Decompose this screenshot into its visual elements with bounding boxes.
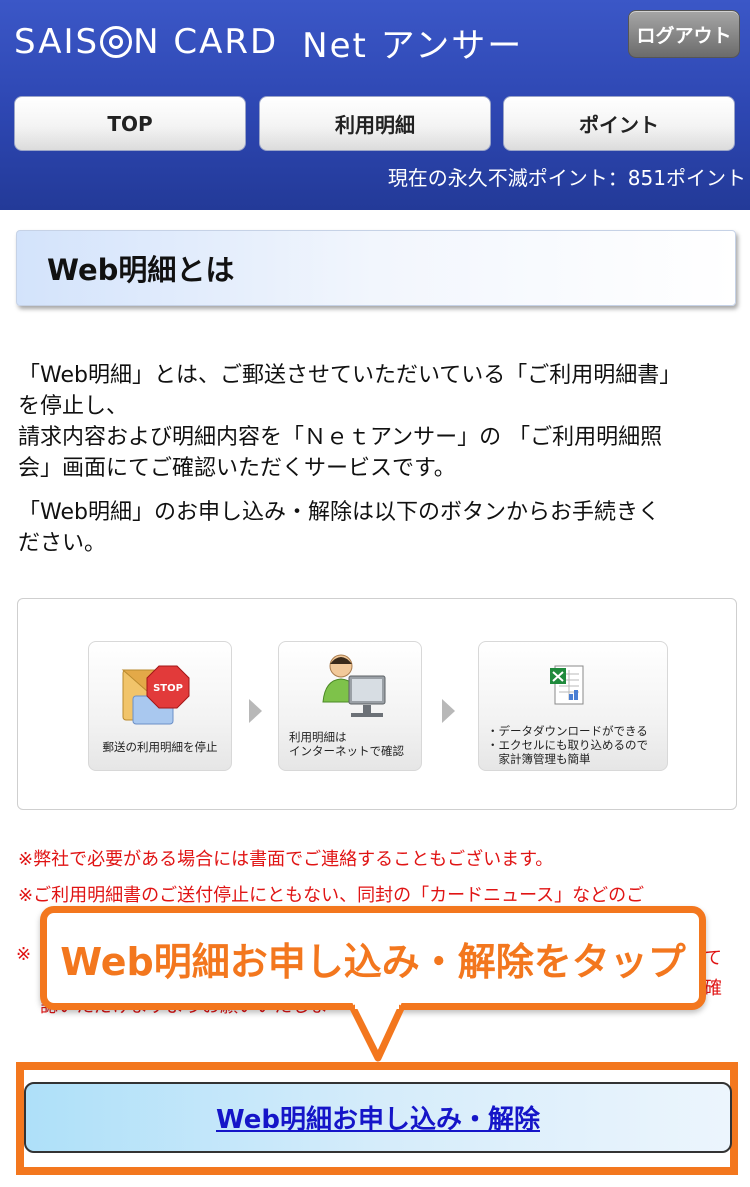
step-caption-line: 家計簿管理も簡単 <box>487 752 591 766</box>
step-caption-line: ・データダウンロードができる <box>487 724 648 738</box>
section-heading: Web明細とは <box>16 230 736 306</box>
step-caption-line: 利用明細は <box>289 730 347 744</box>
description-line: 「Web明細」のお申し込み・解除は以下のボタンからお手続きく <box>18 500 660 525</box>
description-line: 会」画面にてご確認いただくサービスです。 <box>18 456 456 481</box>
description-line: を停止し、 <box>18 394 129 419</box>
nav-point-button[interactable]: ポイント <box>503 96 735 151</box>
tap-instruction-callout: Web明細お申し込み・解除をタップ <box>40 906 706 1010</box>
logo-ring-icon <box>100 26 133 58</box>
logo-brand-part1: SAIS <box>14 22 100 62</box>
arrow-right-icon <box>249 699 262 723</box>
web-statement-diagram: STOP 郵送の利用明細を停止 利用明細は インターネットで確認 ・データダウン… <box>17 598 737 810</box>
notice-3-mark: ※ <box>16 944 32 965</box>
points-balance: 現在の永久不滅ポイント：851ポイント <box>387 166 746 190</box>
notice-3-fragment: て <box>704 948 722 969</box>
step-caption: ・データダウンロードができる ・エクセルにも取り込めるので 家計簿管理も簡単 <box>487 724 675 766</box>
notice-3-fragment: 確 <box>704 978 722 999</box>
logo-brand: SAIS N CARD <box>14 22 278 62</box>
step-card-benefits: ・データダウンロードができる ・エクセルにも取り込めるので 家計簿管理も簡単 <box>478 641 668 771</box>
saison-card-net-answer-logo[interactable]: SAIS N CARD Net アンサー <box>14 18 523 66</box>
logo-brand-part2: N CARD <box>133 22 279 62</box>
step-caption-line: インターネットで確認 <box>289 744 404 758</box>
notice-card-news: ※ご利用明細書のご送付停止にともない、同封の「カードニュース」などのご <box>18 885 645 906</box>
step-caption: 郵送の利用明細を停止 <box>102 740 218 754</box>
logo-subtitle: Net アンサー <box>302 25 524 66</box>
description-line: 請求内容および明細内容を「Ｎｅｔアンサー」の 「ご利用明細照 <box>18 425 663 450</box>
callout-text: Web明細お申し込み・解除をタップ <box>60 939 686 984</box>
step-card-stop-mail: STOP 郵送の利用明細を停止 <box>88 641 232 771</box>
step-caption-line: ・エクセルにも取り込めるので <box>487 738 648 752</box>
step-caption: 利用明細は インターネットで確認 <box>289 730 431 758</box>
app-header: SAIS N CARD Net アンサー ログアウト TOP 利用明細 ポイント … <box>0 0 750 210</box>
person-computer-icon <box>322 654 386 717</box>
logout-button[interactable]: ログアウト <box>628 10 740 58</box>
description-line: 「Web明細」とは、ご郵送させていただいている「ご利用明細書」 <box>18 363 682 388</box>
web-statement-apply-button[interactable]: Web明細お申し込み・解除 <box>24 1082 732 1153</box>
step-card-internet-check: 利用明細は インターネットで確認 <box>278 641 422 771</box>
description-paragraph-2: 「Web明細」のお申し込み・解除は以下のボタンからお手続きく ださい。 <box>18 497 736 559</box>
notice-written-contact: ※弊社で必要がある場合には書面でご連絡することもございます。 <box>18 849 554 870</box>
section-title: Web明細とは <box>47 253 235 287</box>
nav-top-button[interactable]: TOP <box>14 96 246 151</box>
nav-statement-button[interactable]: 利用明細 <box>259 96 491 151</box>
stop-sign-label: STOP <box>153 683 183 694</box>
description-line: ださい。 <box>18 531 107 556</box>
excel-file-icon <box>550 665 584 705</box>
arrow-right-icon <box>442 699 455 723</box>
apply-button-label[interactable]: Web明細お申し込み・解除 <box>216 1099 540 1136</box>
description-paragraph-1: 「Web明細」とは、ご郵送させていただいている「ご利用明細書」 を停止し、 請求… <box>18 360 736 484</box>
envelope-stop-icon: STOP <box>121 665 190 725</box>
